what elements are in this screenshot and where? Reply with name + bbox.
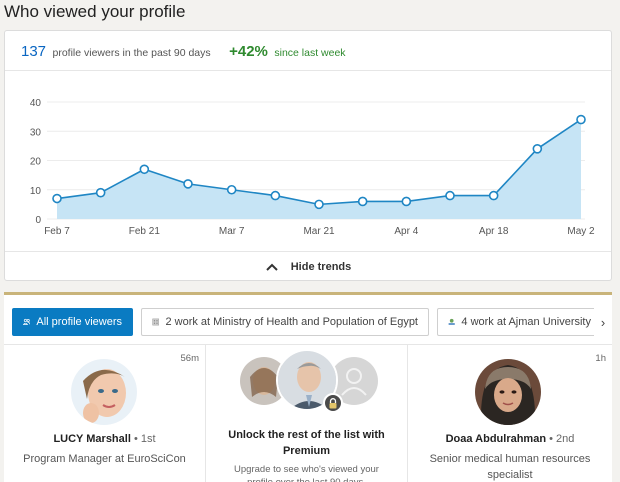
data-point[interactable] [488, 190, 499, 201]
page-title: Who viewed your profile [4, 2, 186, 21]
viewer-cards: 56m LUCY Marshall • 1st Program Manager … [4, 345, 612, 482]
data-point[interactable] [139, 164, 150, 175]
connection-degree: • 2nd [549, 433, 575, 445]
filters-next-button[interactable]: › [594, 308, 612, 336]
data-point[interactable] [357, 196, 368, 207]
unlock-title: Unlock the rest of the list with Premium [228, 429, 385, 457]
unlock-subtitle: Upgrade to see who's viewed your profile… [234, 464, 379, 482]
viewer-name[interactable]: Doaa Abdulrahman • 2nd [408, 433, 612, 445]
university-icon [448, 318, 455, 325]
viewer-headline: Senior medical human resources specialis… [429, 453, 591, 481]
data-point[interactable] [314, 199, 324, 210]
filter-label: 2 work at Ministry of Health and Populat… [165, 316, 418, 328]
x-tick-label: May 2 [567, 226, 595, 237]
premium-upsell-card[interactable]: Unlock the rest of the list with Premium… [206, 345, 408, 482]
chevron-up-icon [266, 263, 278, 271]
viewer-name-text[interactable]: Doaa Abdulrahman [446, 433, 546, 445]
viewer-card[interactable]: 56m LUCY Marshall • 1st Program Manager … [4, 345, 206, 482]
x-tick-label: Mar 21 [303, 226, 335, 237]
x-tick-label: Apr 18 [479, 226, 509, 237]
y-tick-label: 40 [30, 98, 42, 109]
data-point[interactable] [576, 114, 586, 125]
hide-trends-label: Hide trends [290, 260, 352, 273]
connection-degree: • 1st [133, 433, 156, 445]
x-tick-label: Apr 4 [394, 226, 418, 237]
filter-ministry-health[interactable]: 2 work at Ministry of Health and Populat… [141, 308, 429, 336]
filter-label: All profile viewers [36, 316, 122, 328]
view-time: 56m [180, 353, 199, 364]
data-point[interactable] [401, 196, 412, 207]
data-point[interactable] [226, 184, 237, 195]
data-point[interactable] [532, 144, 543, 154]
data-point[interactable] [52, 193, 62, 204]
filter-ajman-university[interactable]: 4 work at Ajman University [437, 308, 602, 336]
x-tick-label: Feb 7 [44, 226, 70, 237]
y-tick-label: 0 [35, 215, 41, 226]
x-tick-label: Mar 7 [219, 226, 245, 237]
people-icon [23, 318, 31, 325]
viewer-name-text[interactable]: LUCY Marshall [53, 433, 130, 445]
viewer-card[interactable]: 1h Doaa Abdulrahman • 2nd Senior medical… [408, 345, 612, 482]
filter-label: 4 work at Ajman University [461, 316, 591, 328]
viewer-headline: Program Manager at EuroSciCon [23, 453, 186, 465]
y-tick-label: 10 [30, 186, 42, 197]
building-icon [152, 318, 160, 326]
avatar[interactable] [71, 359, 137, 425]
view-time: 1h [595, 353, 606, 364]
chevron-right-icon: › [600, 314, 606, 330]
filter-all-viewers[interactable]: All profile viewers [12, 308, 133, 336]
viewer-name[interactable]: LUCY Marshall • 1st [4, 433, 205, 445]
data-point[interactable] [445, 190, 455, 201]
y-tick-label: 30 [30, 127, 42, 138]
y-tick-label: 20 [30, 157, 42, 168]
data-point[interactable] [183, 179, 193, 189]
viewers-card: All profile viewers 2 work at Ministry o… [4, 292, 612, 482]
hide-trends-button[interactable]: Hide trends [5, 251, 611, 281]
x-tick-label: Feb 21 [129, 226, 161, 237]
lock-icon [323, 393, 343, 413]
data-point[interactable] [270, 190, 281, 201]
avatar[interactable] [475, 359, 541, 425]
profile-views-card: 137 profile viewers in the past 90 days … [4, 30, 612, 281]
views-chart: 0 10 20 30 40 Feb 7 Feb 21 Mar 7 Mar 21 Apr 4 Apr… [30, 98, 595, 237]
filter-row: All profile viewers 2 work at Ministry o… [4, 295, 612, 345]
data-point[interactable] [95, 187, 106, 198]
